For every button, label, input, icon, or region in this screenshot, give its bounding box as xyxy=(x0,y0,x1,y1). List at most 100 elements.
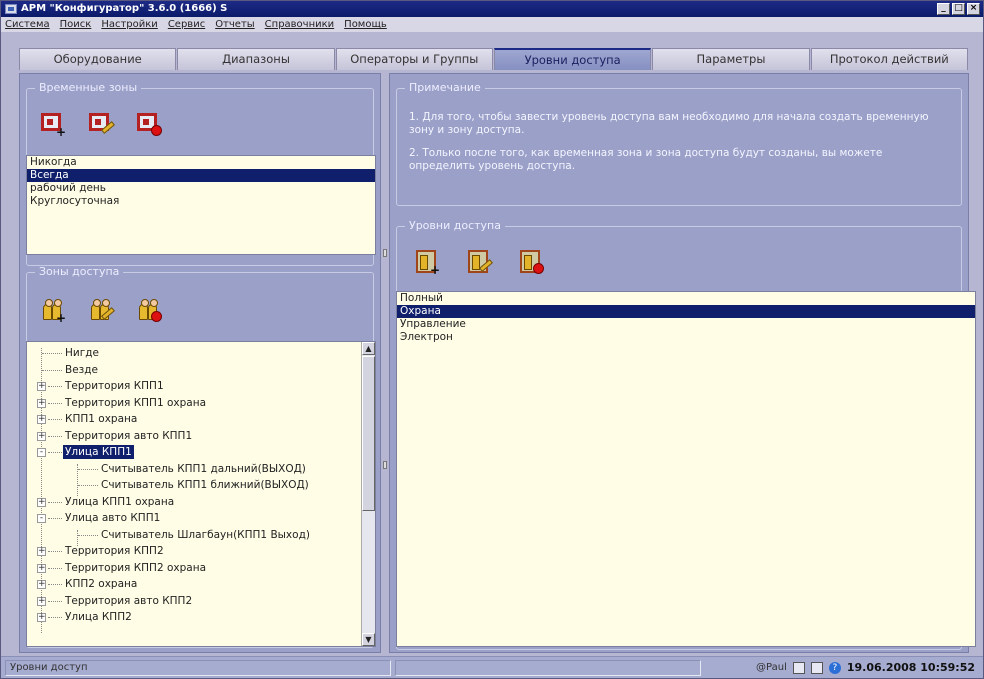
info-icon[interactable]: ? xyxy=(828,662,841,674)
expand-icon[interactable]: + xyxy=(37,563,46,573)
tree-item[interactable]: Считыватель Шлагбаун(КПП1 Выход) xyxy=(27,527,375,544)
expand-icon[interactable]: + xyxy=(37,596,46,606)
maximize-button[interactable]: □ xyxy=(952,3,965,15)
edit-access-level-button[interactable] xyxy=(465,247,493,275)
note-text: 1. Для того, чтобы завести уровень досту… xyxy=(409,111,949,183)
menu-search[interactable]: Поиск xyxy=(56,17,98,32)
expand-icon[interactable]: + xyxy=(37,398,46,408)
expand-icon[interactable]: + xyxy=(37,497,46,507)
expand-icon[interactable]: + xyxy=(37,547,46,556)
tab-operators-groups[interactable]: Операторы и Группы xyxy=(335,48,493,70)
delete-icon xyxy=(533,263,544,274)
delete-icon xyxy=(151,125,162,136)
delete-access-zone-button[interactable] xyxy=(135,295,163,323)
scroll-up-button[interactable]: ▲ xyxy=(362,342,375,355)
scroll-down-button[interactable]: ▼ xyxy=(362,633,375,646)
expand-icon[interactable]: + xyxy=(37,431,46,441)
collapse-icon[interactable]: - xyxy=(37,448,46,457)
menu-reports[interactable]: Отчеты xyxy=(211,17,260,32)
tree-item[interactable]: + КПП2 охрана xyxy=(27,576,375,593)
expand-icon[interactable]: + xyxy=(37,580,46,589)
plus-icon: + xyxy=(430,263,441,277)
delete-icon xyxy=(151,311,162,322)
tree-item[interactable]: - Улица авто КПП1 xyxy=(27,510,375,527)
list-item[interactable]: Охрана xyxy=(397,305,975,318)
list-item[interactable]: Никогда xyxy=(27,156,375,169)
tab-action-log[interactable]: Протокол действий xyxy=(810,48,968,70)
access-levels-list[interactable]: Полный Охрана Управление Электрон xyxy=(396,291,976,647)
menu-bar: Система Поиск Настройки Сервис Отчеты Сп… xyxy=(1,17,983,32)
expand-icon[interactable]: + xyxy=(37,415,46,424)
list-item[interactable]: Всегда xyxy=(27,169,375,182)
time-zones-list[interactable]: Никогда Всегда рабочий день Круглосуточн… xyxy=(26,155,376,255)
menu-help[interactable]: Помощь xyxy=(340,17,393,32)
access-levels-title: Уровни доступа xyxy=(405,220,505,232)
note-line-1: 1. Для того, чтобы завести уровень досту… xyxy=(409,111,929,136)
list-item[interactable]: рабочий день xyxy=(27,182,375,195)
note-line-2: 2. Только после того, как временная зона… xyxy=(409,147,883,172)
tab-parameters[interactable]: Параметры xyxy=(652,48,810,70)
tree-item[interactable]: + Территория авто КПП1 xyxy=(27,428,375,445)
menu-directories[interactable]: Справочники xyxy=(261,17,341,32)
plus-icon: + xyxy=(56,125,67,139)
tree-item[interactable]: + Территория КПП2 охрана xyxy=(27,560,375,577)
tab-equipment[interactable]: Оборудование xyxy=(19,48,177,70)
status-text: Уровни доступ xyxy=(5,660,391,676)
app-window: АРМ "Конфигуратор" 3.6.0 (1666) S _ □ × … xyxy=(0,0,984,679)
window-controls: _ □ × xyxy=(937,3,980,15)
tree-item[interactable]: - Улица КПП1 xyxy=(27,444,375,461)
note-title: Примечание xyxy=(405,82,485,94)
close-button[interactable]: × xyxy=(967,3,980,15)
title-bar[interactable]: АРМ "Конфигуратор" 3.6.0 (1666) S _ □ × xyxy=(1,1,983,17)
status-user: @Paul xyxy=(756,662,787,673)
list-item[interactable]: Электрон xyxy=(397,331,975,344)
tree-item[interactable]: Нигде xyxy=(27,345,375,362)
edit-time-zone-button[interactable] xyxy=(87,109,115,137)
tree-item[interactable]: Считыватель КПП1 дальний(ВЫХОД) xyxy=(27,461,375,478)
tree-item[interactable]: + КПП1 охрана xyxy=(27,411,375,428)
tree-item[interactable]: + Улица КПП1 охрана xyxy=(27,494,375,511)
time-zones-toolbar: + xyxy=(39,109,163,139)
plus-icon: + xyxy=(56,311,67,325)
access-zones-title: Зоны доступа xyxy=(35,266,124,278)
list-item[interactable]: Полный xyxy=(397,292,975,305)
time-zones-group: Временные зоны + Никогда Всегда рабочий … xyxy=(26,82,376,266)
menu-service[interactable]: Сервис xyxy=(164,17,211,32)
scroll-thumb[interactable] xyxy=(362,356,375,511)
tab-ranges[interactable]: Диапазоны xyxy=(177,48,335,70)
tree-item[interactable]: + Территория КПП1 охрана xyxy=(27,395,375,412)
expand-icon[interactable]: + xyxy=(37,382,46,391)
tree-item[interactable]: + Территория авто КПП2 xyxy=(27,593,375,610)
time-zones-title: Временные зоны xyxy=(35,82,142,94)
minimize-button[interactable]: _ xyxy=(937,3,950,15)
tab-access-levels[interactable]: Уровни доступа xyxy=(493,48,652,70)
left-panel: Временные зоны + Никогда Всегда рабочий … xyxy=(19,73,381,653)
splitter-handle[interactable] xyxy=(383,461,387,469)
add-access-level-button[interactable]: + xyxy=(413,247,441,277)
collapse-icon[interactable]: - xyxy=(37,514,46,523)
expand-icon[interactable]: + xyxy=(37,613,46,622)
list-item[interactable]: Управление xyxy=(397,318,975,331)
menu-system[interactable]: Система xyxy=(1,17,56,32)
tree-item[interactable]: + Улица КПП2 xyxy=(27,609,375,626)
tree-item[interactable]: Считыватель КПП1 ближний(ВЫХОД) xyxy=(27,477,375,494)
tree-item[interactable]: Везде xyxy=(27,362,375,379)
delete-time-zone-button[interactable] xyxy=(135,109,163,137)
splitter-handle[interactable] xyxy=(383,249,387,257)
access-zones-tree[interactable]: Нигде Везде + Территория КПП1 + Территор… xyxy=(26,341,376,647)
tab-bar: Оборудование Диапазоны Операторы и Групп… xyxy=(19,48,969,70)
tree-item[interactable]: + Территория КПП2 xyxy=(27,543,375,560)
delete-access-level-button[interactable] xyxy=(517,247,545,275)
tree-scrollbar[interactable]: ▲ ▼ xyxy=(361,342,375,646)
status-section xyxy=(395,660,701,676)
add-time-zone-button[interactable]: + xyxy=(39,109,67,139)
edit-access-zone-button[interactable] xyxy=(87,295,115,323)
tree-item[interactable]: + Территория КПП1 xyxy=(27,378,375,395)
menu-settings[interactable]: Настройки xyxy=(97,17,163,32)
status-bar: Уровни доступ @Paul ? 19.06.2008 10:59:5… xyxy=(1,656,983,678)
panel-splitter[interactable] xyxy=(382,73,388,653)
list-item[interactable]: Круглосуточная xyxy=(27,195,375,208)
add-access-zone-button[interactable]: + xyxy=(39,295,67,325)
network-icon[interactable] xyxy=(810,662,823,674)
document-icon[interactable] xyxy=(792,662,805,674)
